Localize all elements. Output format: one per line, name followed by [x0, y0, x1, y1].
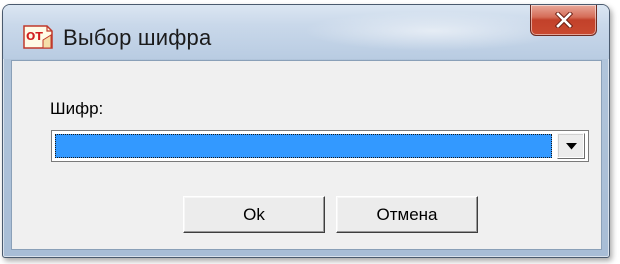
dialog-body: Шифр: Ok Отмена: [11, 60, 602, 250]
cipher-select-dialog: OT Выбор шифра Шифр: Ok Отмена: [2, 4, 610, 258]
dropdown-button[interactable]: [557, 133, 585, 159]
app-text-icon: OT: [22, 24, 54, 52]
cipher-label: Шифр:: [50, 99, 104, 118]
ok-button[interactable]: Ok: [183, 196, 325, 233]
cipher-combobox[interactable]: [51, 130, 589, 162]
cancel-button[interactable]: Отмена: [336, 196, 478, 233]
window-title: Выбор шифра: [63, 25, 212, 50]
title-bar[interactable]: OT Выбор шифра: [3, 5, 609, 59]
close-button[interactable]: [530, 5, 597, 36]
cipher-selected-value[interactable]: [55, 134, 552, 158]
app-icon-label: OT: [26, 30, 43, 43]
